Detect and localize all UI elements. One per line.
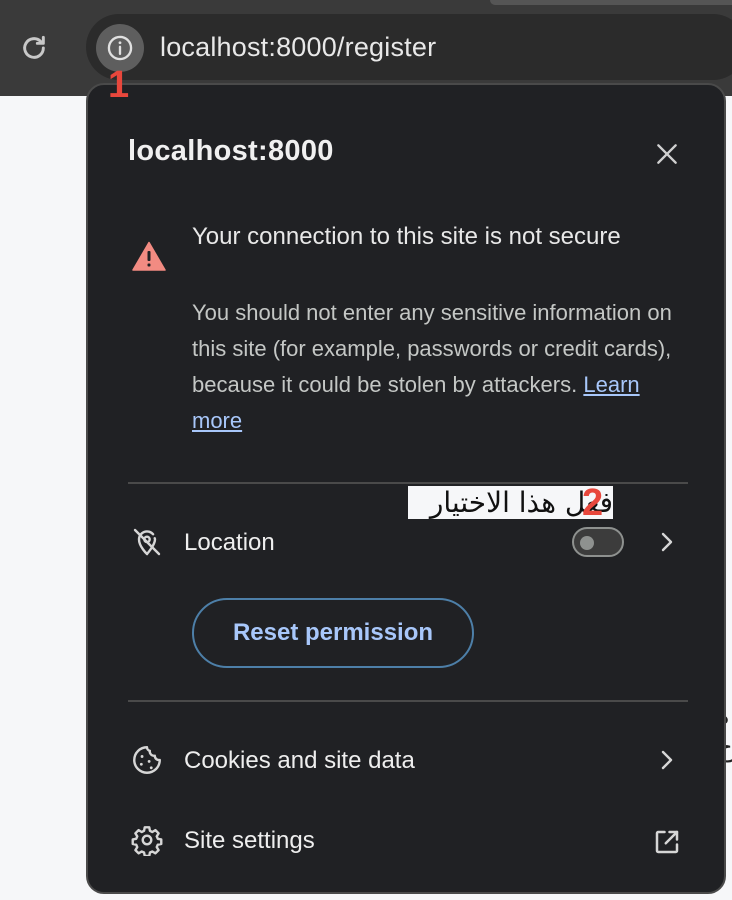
annotation-marker-2: 2 [582,482,604,524]
close-icon[interactable] [650,137,684,171]
reload-icon[interactable] [18,32,50,64]
popup-title: localhost:8000 [128,135,334,167]
url-text[interactable]: localhost:8000/register [160,32,436,63]
location-label: Location [184,529,275,556]
info-icon [107,35,133,61]
cookies-label[interactable]: Cookies and site data [184,747,415,775]
location-off-icon [130,525,164,559]
divider [128,700,688,702]
site-settings-label[interactable]: Site settings [184,827,315,855]
security-description: You should not enter any sensitive infor… [192,295,692,439]
chevron-right-icon[interactable] [654,527,680,557]
annotation-marker-1: 1 [108,64,130,106]
reset-permission-button[interactable]: Reset permission [192,598,474,668]
security-heading: Your connection to this site is not secu… [192,223,621,250]
site-info-popup: localhost:8000 Your connection to this s… [86,83,726,894]
cookie-icon [130,743,164,777]
gear-icon [130,823,164,857]
divider [128,482,688,484]
warning-triangle-icon [132,241,166,271]
tab-strip-edge [490,0,732,5]
open-in-new-icon[interactable] [650,825,684,859]
location-toggle[interactable] [572,527,624,557]
chevron-right-icon[interactable] [654,745,680,775]
toggle-knob [580,536,594,550]
